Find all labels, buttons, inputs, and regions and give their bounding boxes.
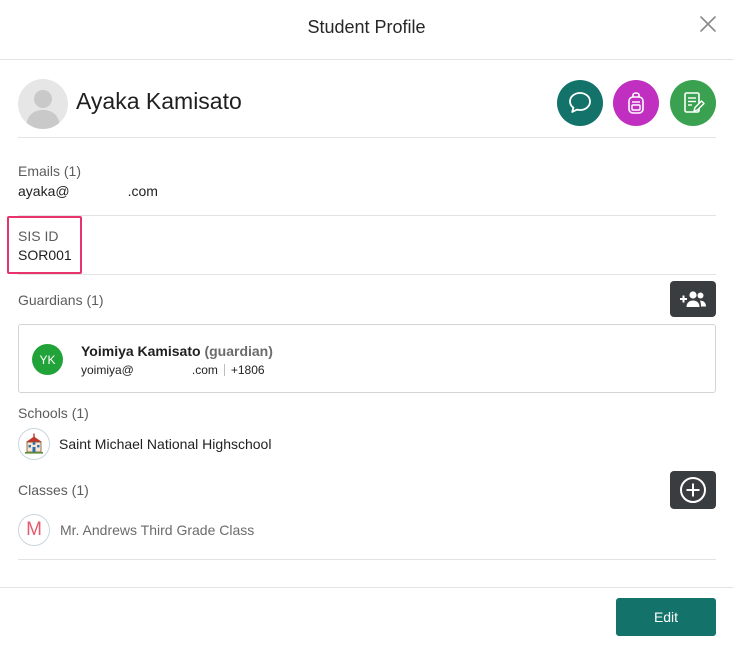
backpack-button[interactable] — [613, 80, 659, 126]
sis-id-label: SIS ID — [18, 228, 59, 244]
email-value: ayaka@ .com — [18, 183, 158, 199]
guardian-email-suffix: .com — [191, 363, 218, 377]
guardian-phone: +1806 — [230, 363, 265, 377]
close-button[interactable] — [697, 13, 719, 35]
guardian-email-prefix: yoimiya@ — [81, 363, 134, 377]
avatar — [18, 79, 68, 129]
emails-label: Emails (1) — [18, 163, 82, 179]
school-building-icon — [25, 433, 43, 454]
divider — [18, 559, 716, 560]
plus-circle-icon — [680, 477, 706, 503]
student-profile-dialog: Student Profile Ayaka Kamisato Emails (1… — [0, 0, 733, 648]
person-silhouette-icon — [26, 90, 60, 129]
guardians-label: Guardians (1) — [18, 292, 104, 308]
school-logo — [18, 428, 50, 460]
student-name: Ayaka Kamisato — [76, 88, 242, 114]
divider — [18, 215, 716, 216]
add-class-button[interactable] — [670, 471, 716, 509]
dialog-title: Student Profile — [307, 17, 426, 37]
sis-id-highlight — [7, 216, 82, 274]
contact-separator — [223, 364, 225, 376]
class-name: Mr. Andrews Third Grade Class — [60, 522, 255, 538]
email-prefix: ayaka@ — [18, 183, 70, 199]
school-name: Saint Michael National Highschool — [59, 436, 272, 452]
add-guardian-button[interactable] — [670, 281, 716, 317]
notes-edit-icon — [684, 92, 705, 113]
guardian-card[interactable]: YK Yoimiya Kamisato (guardian) yoimiya@.… — [18, 324, 716, 393]
backpack-icon — [628, 92, 644, 114]
footer-divider — [0, 587, 733, 588]
guardian-full-name: Yoimiya Kamisato — [81, 343, 201, 359]
schools-label: Schools (1) — [18, 405, 89, 421]
guardian-avatar: YK — [32, 344, 63, 375]
add-user-icon — [680, 291, 706, 307]
classes-label: Classes (1) — [18, 482, 89, 498]
dialog-header: Student Profile — [0, 0, 733, 60]
guardian-contact: yoimiya@ .com +1806 — [81, 363, 265, 377]
notes-button[interactable] — [670, 80, 716, 126]
message-button[interactable] — [557, 80, 603, 126]
divider — [18, 274, 716, 275]
sis-id-value: SOR001 — [18, 247, 72, 263]
edit-button[interactable]: Edit — [616, 598, 716, 636]
email-suffix: .com — [127, 183, 158, 199]
chat-bubble-icon — [569, 92, 591, 113]
class-avatar: M — [18, 514, 50, 546]
profile-header: Ayaka Kamisato — [18, 76, 716, 138]
guardian-role: (guardian) — [204, 343, 273, 359]
close-icon — [700, 16, 716, 32]
guardian-name: Yoimiya Kamisato (guardian) — [81, 343, 273, 359]
